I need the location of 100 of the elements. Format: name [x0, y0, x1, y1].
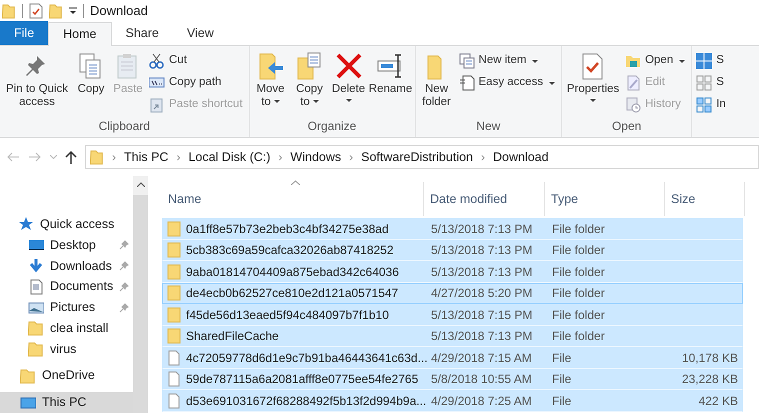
ribbon-button[interactable]: Move to: [252, 52, 290, 117]
file-name: de4ecb0b62527ce810e2d121a0571547: [186, 285, 398, 302]
breadcrumb[interactable]: Local Disk (C:): [188, 148, 270, 166]
ribbon-button[interactable]: Rename: [368, 52, 413, 117]
nav-item[interactable]: clea install: [0, 318, 133, 339]
date-modified: 4/27/2018 5:20 PM: [431, 286, 532, 300]
ribbon-button[interactable]: Copy path: [149, 74, 243, 92]
star-icon: [18, 216, 34, 232]
history-icon: [625, 97, 642, 113]
nav-item[interactable]: virus: [0, 338, 133, 360]
file-size: 10,178 KB: [682, 350, 738, 365]
ribbon-button[interactable]: Delete: [330, 52, 368, 117]
nav-item[interactable]: Desktop: [0, 234, 133, 256]
document-icon: [28, 278, 44, 295]
folder-icon: [167, 242, 181, 258]
file-name: f45de56d13eaed5f94c484097b7f1b10: [186, 306, 389, 324]
file-size: 23,228 KB: [682, 372, 738, 386]
file-row[interactable]: 59de787115a6a2081afff8e0775ee54fe2765 5/8/2018 10:55 AM File 23,228 KB: [162, 368, 743, 390]
file-name: 4c72059778d6d1e9c7b91ba46443641c63d...: [186, 350, 428, 367]
ribbon-button[interactable]: Pin to Quick access: [2, 52, 72, 117]
address-bar[interactable]: › This PC › Local Disk (C:) › Windows › SoftwareDistribution › Download: [85, 145, 759, 169]
sort-ascending-icon[interactable]: [291, 180, 300, 185]
ribbon-button[interactable]: Copy: [73, 52, 109, 117]
column-header[interactable]: Name: [162, 182, 424, 216]
scroll-up-icon[interactable]: [136, 182, 144, 187]
document-icon: [458, 75, 475, 91]
file-row[interactable]: f45de56d13eaed5f94c484097b7f1b10 5/13/2018 7:15 PM File folder: [162, 304, 743, 326]
caret-icon: [679, 60, 686, 62]
nav-item[interactable]: Downloads: [0, 256, 133, 276]
window-title: Download: [90, 2, 148, 20]
breadcrumb-separator: ›: [112, 149, 116, 166]
delete-icon: [334, 52, 363, 80]
pin-icon: [119, 302, 129, 313]
breadcrumb[interactable]: Windows: [290, 148, 342, 166]
date-modified: 5/8/2018 10:55 AM: [431, 372, 532, 386]
nav-item[interactable]: Quick access: [0, 214, 133, 235]
edit-icon: [625, 75, 642, 91]
ribbon-button[interactable]: Properties: [564, 52, 622, 117]
folder-icon[interactable]: [49, 3, 63, 19]
ribbon-button[interactable]: New folder: [418, 52, 456, 117]
ribbon-tab[interactable]: Share: [112, 21, 173, 45]
ribbon-tab[interactable]: View: [172, 21, 228, 45]
ribbon-button[interactable]: Easy access: [458, 74, 556, 92]
nav-item[interactable]: Documents: [0, 276, 133, 298]
ribbon-tab[interactable]: Home: [48, 22, 112, 46]
file-row[interactable]: de4ecb0b62527ce810e2d121a0571547 4/27/2018 5:20 PM File folder: [162, 282, 743, 304]
date-modified: 4/29/2018 7:15 AM: [431, 350, 532, 365]
ribbon-button[interactable]: Copy to: [290, 52, 329, 117]
file-name: 9aba01814704409a875ebad342c64036: [186, 264, 399, 281]
breadcrumb-separator: ›: [278, 149, 282, 166]
column-header[interactable]: Date modified: [424, 182, 545, 216]
forward-icon[interactable]: [28, 152, 42, 162]
breadcrumb[interactable]: SoftwareDistribution: [361, 148, 473, 166]
file-row[interactable]: 5cb383c69a59cafca32026ab87418252 5/13/2018 7:13 PM File folder: [162, 240, 743, 261]
file-tab[interactable]: File: [0, 21, 48, 45]
breadcrumb-separator: ›: [349, 149, 354, 166]
file-icon: [167, 350, 181, 366]
column-header[interactable]: Type: [545, 182, 665, 216]
file-size: 422 KB: [698, 394, 738, 408]
ribbon-button[interactable]: New item: [458, 52, 556, 70]
file-type: File folder: [552, 264, 605, 279]
ribbon-button[interactable]: Cut: [149, 52, 243, 70]
file-row[interactable]: d53e691031672f68288492f5b13f2d994b9a... 4/29/2018 7:25 AM File 422 KB: [162, 390, 743, 412]
file-row[interactable]: 0a1ff8e57b73e2beb3c4bf34275e38ad 5/13/2018 7:13 PM File folder: [162, 218, 743, 240]
ribbon-button[interactable]: In: [696, 96, 726, 114]
ribbon-button[interactable]: Open: [625, 52, 686, 70]
shortcut-icon: [149, 97, 165, 113]
nav-item[interactable]: OneDrive: [0, 365, 133, 386]
up-icon[interactable]: [65, 150, 77, 164]
back-icon[interactable]: [6, 152, 20, 162]
file-row[interactable]: 4c72059778d6d1e9c7b91ba46443641c63d... 4/29/2018 7:15 AM File 10,178 KB: [162, 347, 743, 368]
checklist-icon[interactable]: [29, 3, 43, 19]
breadcrumb-separator: ›: [176, 149, 180, 166]
folder-icon: [167, 285, 181, 302]
breadcrumb-separator: ›: [481, 149, 485, 166]
file-row[interactable]: SharedFileCache 5/13/2018 7:13 PM File folder: [162, 326, 743, 347]
file-type: File folder: [552, 222, 605, 236]
breadcrumb[interactable]: This PC: [124, 148, 168, 166]
file-type: File: [552, 372, 572, 386]
monitor-icon: [20, 394, 36, 411]
date-modified: 5/13/2018 7:15 PM: [431, 308, 532, 322]
column-header[interactable]: Size: [665, 182, 745, 216]
dropdown-icon[interactable]: [69, 7, 77, 15]
file-name: 59de787115a6a2081afff8e0775ee54fe2765: [186, 371, 418, 388]
file-type: File folder: [552, 308, 605, 322]
date-modified: 4/29/2018 7:25 AM: [431, 394, 532, 408]
group-label: New: [475, 118, 502, 135]
ribbon-button[interactable]: S: [696, 52, 726, 70]
breadcrumb[interactable]: Download: [493, 148, 549, 166]
group-label: Clipboard: [98, 118, 151, 135]
folder-icon: [2, 3, 16, 19]
ribbon-button[interactable]: S: [696, 74, 726, 92]
nav-item[interactable]: Pictures: [0, 297, 133, 318]
folder-icon: [167, 220, 181, 237]
caret-icon: [590, 99, 596, 102]
new-item-icon: [458, 53, 475, 69]
file-row[interactable]: 9aba01814704409a875ebad342c64036 5/13/2018 7:13 PM File folder: [162, 261, 743, 282]
caret-icon: [274, 100, 280, 104]
nav-item[interactable]: This PC: [0, 392, 133, 413]
group-label: Organize: [306, 118, 358, 135]
